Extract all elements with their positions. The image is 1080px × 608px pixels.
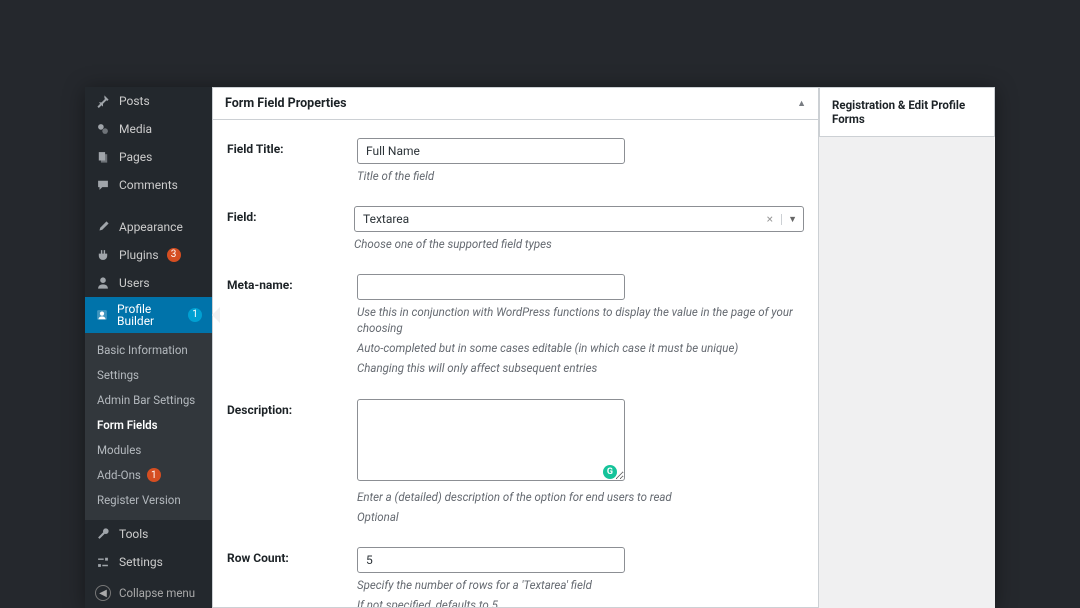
field-type-help: Choose one of the supported field types: [354, 236, 804, 252]
metabox-title: Registration & Edit Profile Forms: [820, 88, 994, 136]
sidebar-label: Tools: [119, 528, 148, 540]
row-count-help-1: Specify the number of rows for a 'Textar…: [357, 577, 804, 593]
description-textarea[interactable]: [357, 399, 625, 481]
meta-column: Registration & Edit Profile Forms: [819, 87, 995, 608]
admin-sidebar: Posts Media Pages Comments: [85, 87, 212, 608]
collapse-menu[interactable]: ◀ Collapse menu: [85, 578, 212, 608]
profile-icon: [95, 307, 109, 323]
description-label: Description:: [227, 399, 357, 525]
submenu-addons[interactable]: Add-Ons 1: [85, 463, 212, 488]
registration-forms-metabox: Registration & Edit Profile Forms: [819, 87, 995, 137]
field-title-label: Field Title:: [227, 138, 357, 184]
field-type-select[interactable]: Textarea × ▼: [354, 206, 804, 232]
submenu-modules[interactable]: Modules: [85, 438, 212, 463]
sidebar-label: Posts: [119, 95, 150, 107]
sidebar-item-pages[interactable]: Pages: [85, 143, 212, 171]
wrench-icon: [95, 526, 111, 542]
sidebar-label: Appearance: [119, 221, 183, 233]
sidebar-item-profile-builder[interactable]: Profile Builder 1: [85, 297, 212, 333]
sidebar-label: Comments: [119, 179, 178, 191]
sidebar-item-appearance[interactable]: Appearance: [85, 213, 212, 241]
panel-header: Form Field Properties ▲: [213, 88, 818, 120]
sidebar-label: Users: [119, 277, 150, 289]
row-count-input[interactable]: [357, 547, 625, 573]
sidebar-label: Plugins: [119, 249, 159, 261]
collapse-icon: ◀: [95, 585, 111, 601]
chevron-down-icon[interactable]: ▼: [781, 214, 797, 225]
sliders-icon: [95, 554, 111, 570]
clear-icon[interactable]: ×: [763, 212, 777, 226]
meta-name-help-1: Use this in conjunction with WordPress f…: [357, 304, 804, 336]
submenu-basic-info[interactable]: Basic Information: [85, 338, 212, 363]
field-type-value: Textarea: [363, 212, 763, 226]
user-icon: [95, 275, 111, 291]
meta-name-label: Meta-name:: [227, 274, 357, 376]
profile-builder-submenu: Basic Information Settings Admin Bar Set…: [85, 333, 212, 520]
sidebar-item-posts[interactable]: Posts: [85, 87, 212, 115]
submenu-settings[interactable]: Settings: [85, 363, 212, 388]
sidebar-item-plugins[interactable]: Plugins 3: [85, 241, 212, 269]
description-help-2: Optional: [357, 509, 804, 525]
meta-name-help-3: Changing this will only affect subsequen…: [357, 360, 804, 376]
sidebar-label: Settings: [119, 556, 163, 568]
update-badge: 3: [167, 248, 181, 262]
field-type-label: Field:: [227, 206, 354, 252]
sidebar-label: Profile Builder: [117, 303, 180, 327]
notice-badge: 1: [188, 308, 202, 322]
comment-icon: [95, 177, 111, 193]
field-title-input[interactable]: [357, 138, 625, 164]
pages-icon: [95, 149, 111, 165]
row-count-label: Row Count:: [227, 547, 357, 607]
brush-icon: [95, 219, 111, 235]
submenu-form-fields[interactable]: Form Fields: [85, 413, 212, 438]
row-count-help-2: If not specified, defaults to 5: [357, 597, 804, 607]
submenu-label: Add-Ons: [97, 468, 141, 483]
sidebar-label: Media: [119, 123, 152, 135]
collapse-label: Collapse menu: [119, 586, 195, 600]
sidebar-item-tools[interactable]: Tools: [85, 520, 212, 548]
meta-name-input[interactable]: [357, 274, 625, 300]
form-field-properties-panel: Form Field Properties ▲ Field Title: Tit…: [212, 87, 819, 608]
panel-title: Form Field Properties: [225, 96, 347, 111]
meta-name-help-2: Auto-completed but in some cases editabl…: [357, 340, 804, 356]
update-badge: 1: [147, 468, 161, 482]
sidebar-item-users[interactable]: Users: [85, 269, 212, 297]
sidebar-item-media[interactable]: Media: [85, 115, 212, 143]
panel-toggle-icon[interactable]: ▲: [797, 98, 806, 109]
wp-admin-window: Posts Media Pages Comments: [85, 87, 995, 608]
sidebar-label: Pages: [119, 151, 152, 163]
submenu-admin-bar[interactable]: Admin Bar Settings: [85, 388, 212, 413]
content-area: Form Field Properties ▲ Field Title: Tit…: [212, 87, 995, 608]
field-title-help: Title of the field: [357, 168, 804, 184]
submenu-register[interactable]: Register Version: [85, 488, 212, 513]
grammarly-icon[interactable]: G: [603, 465, 617, 479]
media-icon: [95, 121, 111, 137]
sidebar-item-settings[interactable]: Settings: [85, 548, 212, 576]
sidebar-item-comments[interactable]: Comments: [85, 171, 212, 199]
plugin-icon: [95, 247, 111, 263]
description-help-1: Enter a (detailed) description of the op…: [357, 489, 804, 505]
pin-icon: [95, 93, 111, 109]
